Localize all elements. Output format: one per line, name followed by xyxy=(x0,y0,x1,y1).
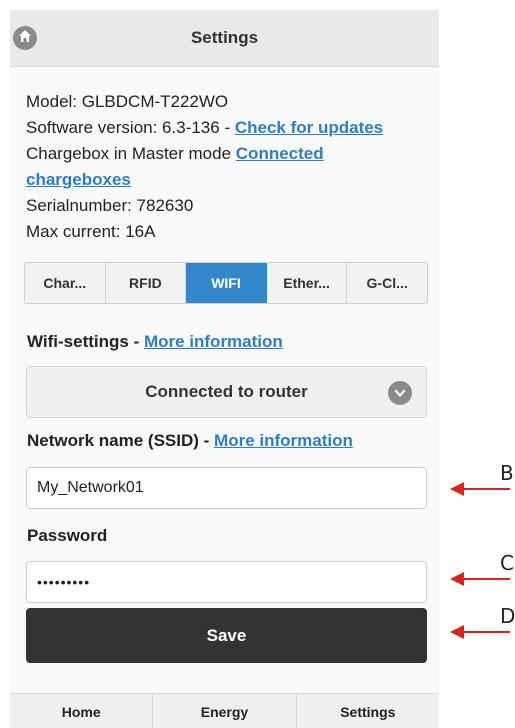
annotation-arrow-c-icon xyxy=(450,572,464,586)
password-label: Password xyxy=(27,526,108,545)
nav-home[interactable]: Home xyxy=(10,694,154,728)
tab-ethernet[interactable]: Ether... xyxy=(267,263,348,303)
max-current-text: Max current: 16A xyxy=(26,222,156,241)
device-info: Model: GLBDCM-T222WO Software version: 6… xyxy=(10,67,439,245)
annotation-arrow-d-icon xyxy=(450,625,464,639)
mode-line: Chargebox in Master mode Connected charg… xyxy=(26,141,423,193)
home-icon xyxy=(18,29,32,48)
tab-wifi[interactable]: WIFI xyxy=(186,263,267,303)
annotation-label-d: D xyxy=(500,604,515,628)
nav-energy[interactable]: Energy xyxy=(153,694,297,728)
serial-text: Serialnumber: 782630 xyxy=(26,196,194,215)
tab-rfid[interactable]: RFID xyxy=(106,263,187,303)
wifi-settings-text: Wifi-settings - xyxy=(27,332,144,351)
header-bar: Settings xyxy=(10,10,439,67)
save-button[interactable]: Save xyxy=(26,608,427,663)
check-updates-link[interactable]: Check for updates xyxy=(235,118,383,137)
annotation-arrow-c-line xyxy=(462,578,510,580)
annotation-label-c: C xyxy=(500,551,514,575)
page-title: Settings xyxy=(190,28,259,47)
wifi-mode-value: Connected to router xyxy=(145,382,308,401)
annotation-arrow-b-line xyxy=(462,488,510,490)
ssid-input[interactable] xyxy=(26,467,427,509)
settings-screen: Settings Model: GLBDCM-T222WO Software v… xyxy=(10,10,439,728)
wifi-more-info-link[interactable]: More information xyxy=(144,332,283,351)
ssid-label: Network name (SSID) - More information xyxy=(27,431,353,451)
tab-g-cloud[interactable]: G-Cl... xyxy=(347,263,427,303)
tab-charger[interactable]: Char... xyxy=(25,263,106,303)
wifi-settings-label: Wifi-settings - More information xyxy=(27,332,283,352)
bottom-navbar: Home Energy Settings xyxy=(10,693,439,728)
model-text: Model: GLBDCM-T222WO xyxy=(26,92,229,111)
nav-settings[interactable]: Settings xyxy=(297,694,439,728)
ssid-label-text: Network name (SSID) - xyxy=(27,431,215,450)
annotation-label-b: B xyxy=(500,461,514,485)
annotation-arrow-d-line xyxy=(462,631,510,633)
chevron-down-icon xyxy=(388,381,412,405)
settings-tabs: Char... RFID WIFI Ether... G-Cl... xyxy=(24,262,428,304)
wifi-mode-select[interactable]: Connected to router xyxy=(26,366,427,418)
software-version-line: Software version: 6.3-136 - Check for up… xyxy=(26,115,423,141)
home-button[interactable] xyxy=(13,26,37,50)
ssid-more-info-link[interactable]: More information xyxy=(214,431,353,450)
mode-text: Chargebox in Master mode xyxy=(26,144,236,163)
annotation-arrow-b-icon xyxy=(450,482,464,496)
password-input[interactable] xyxy=(26,561,427,603)
software-version-text: Software version: 6.3-136 - xyxy=(26,118,235,137)
